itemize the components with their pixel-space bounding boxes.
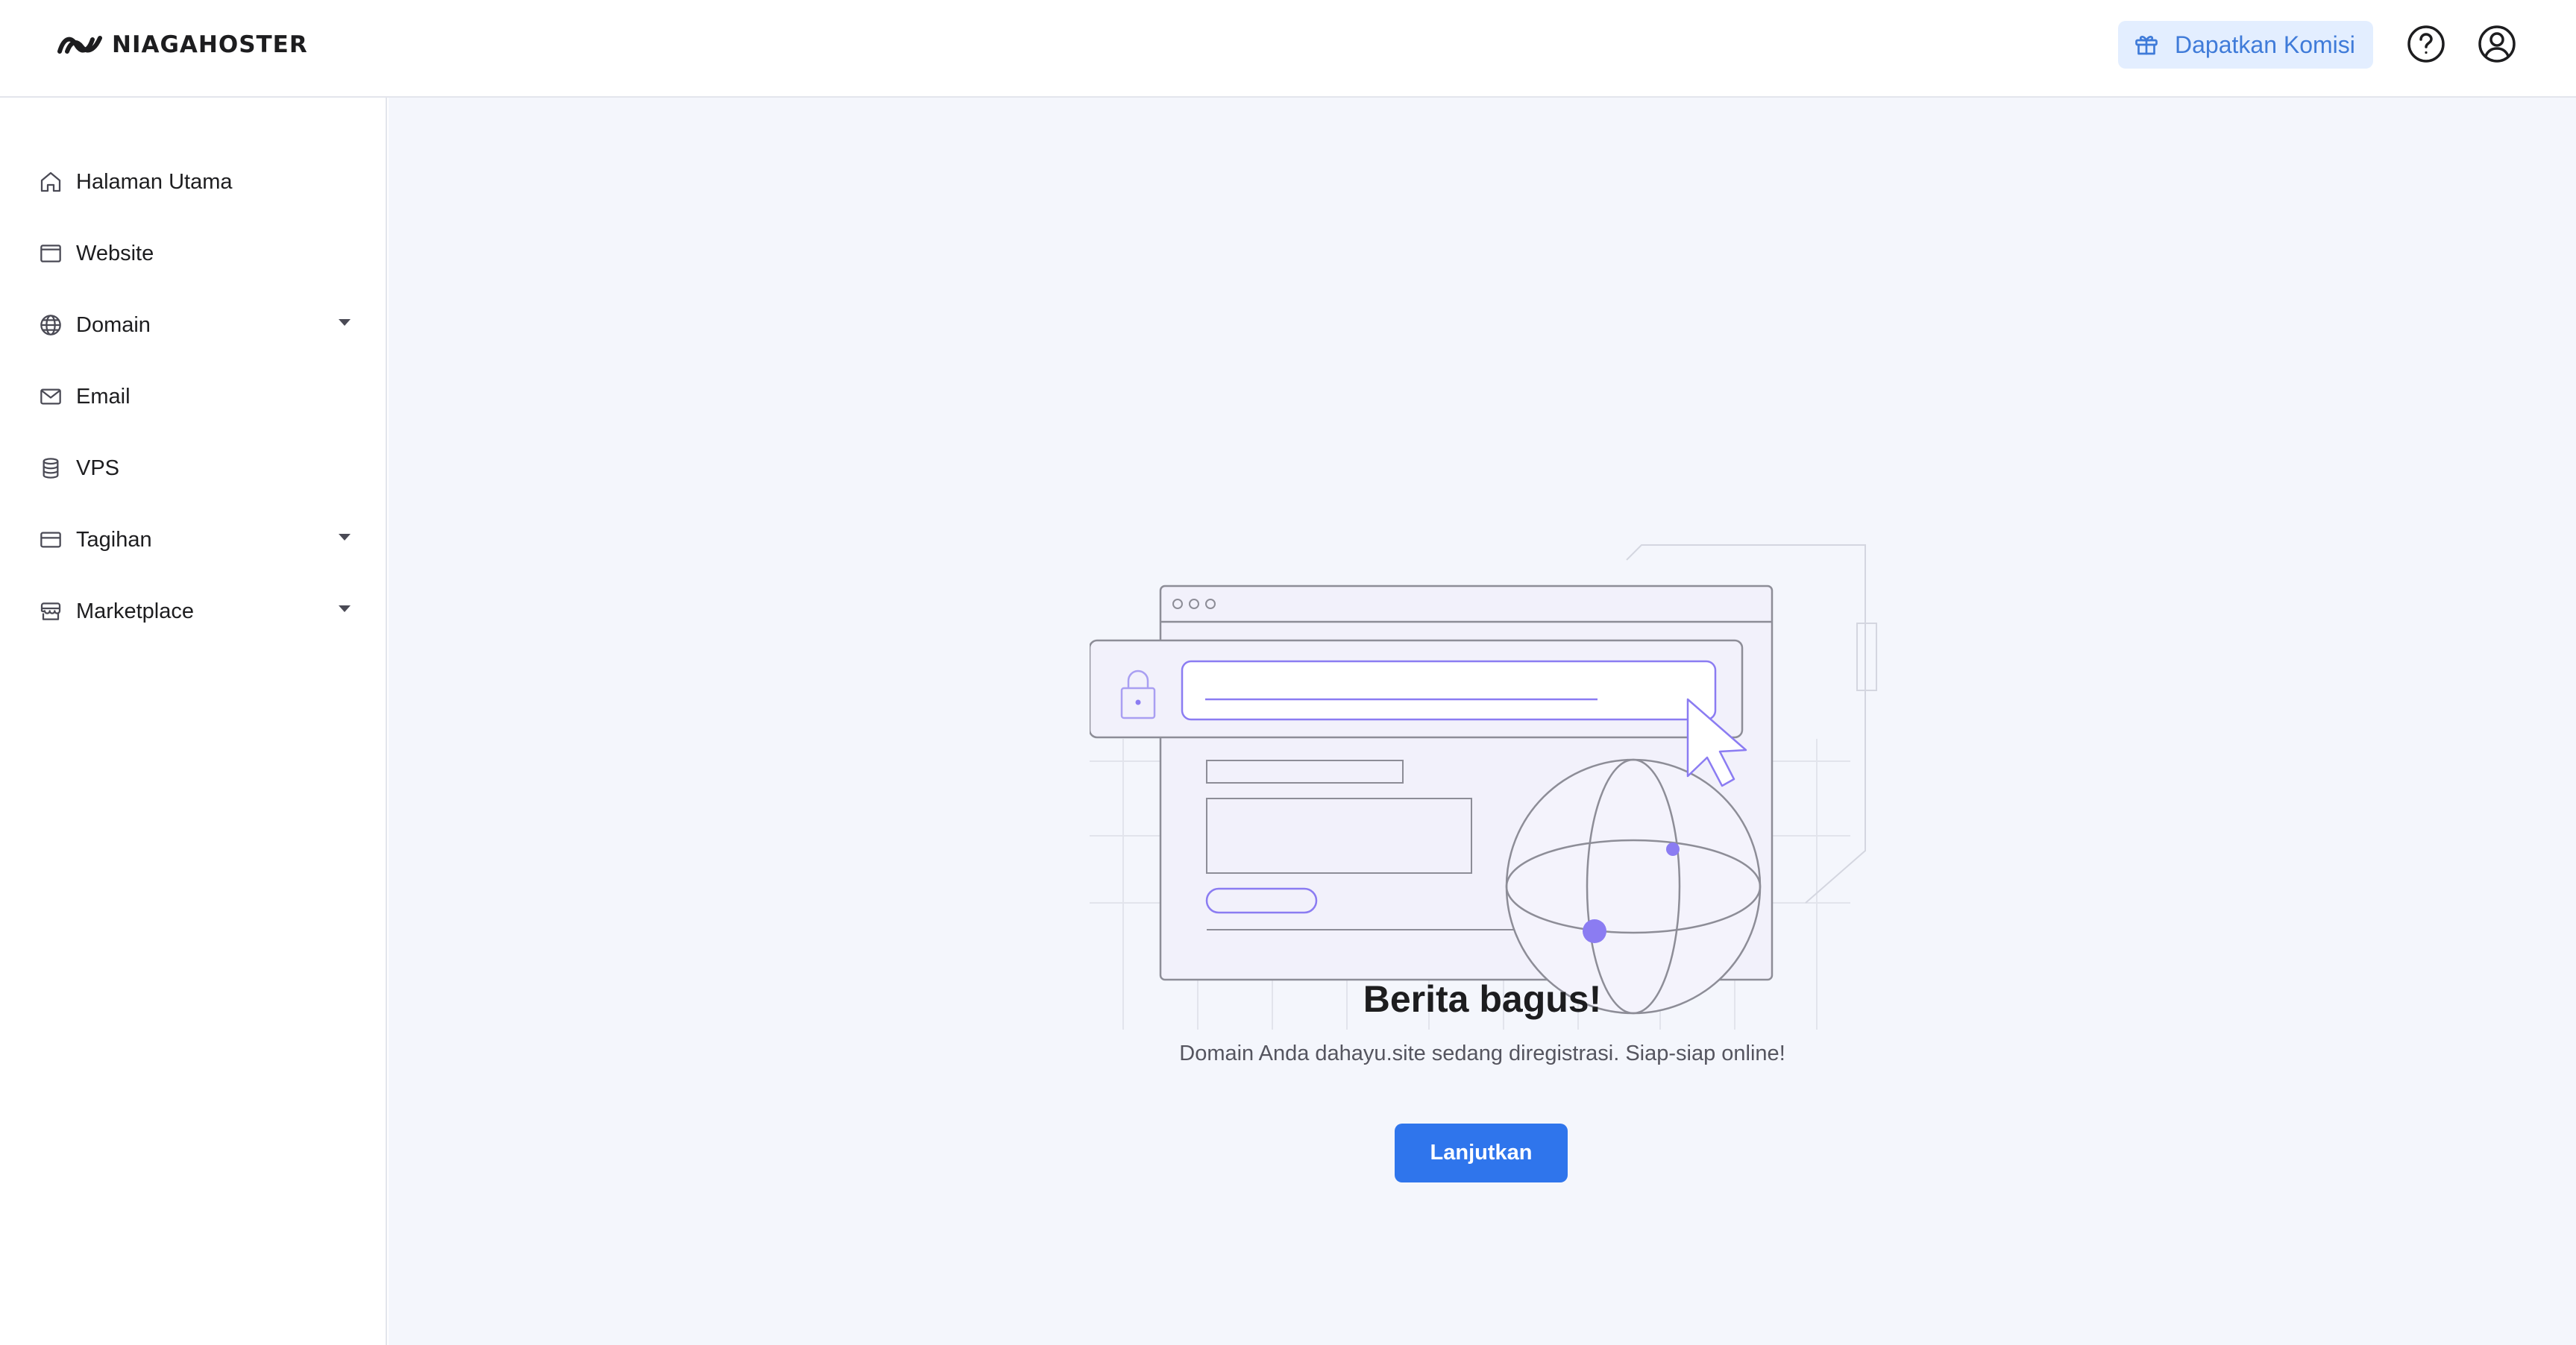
browser-window-icon [37,240,64,267]
sidebar-item-website[interactable]: Website [37,231,351,276]
home-icon [37,168,64,195]
continue-button[interactable]: Lanjutkan [1395,1124,1568,1182]
chevron-down-icon[interactable] [339,534,351,541]
sidebar-item-domain[interactable]: Domain [37,303,351,347]
envelope-icon [37,383,64,410]
credit-card-icon [37,526,64,553]
domain-registration-illustration [1090,544,1877,1030]
question-circle-icon [2407,25,2445,63]
gift-icon [2135,35,2158,55]
sidebar-item-label: VPS [76,456,120,480]
sidebar-item-label: Marketplace [76,599,194,623]
store-icon [37,598,64,625]
sidebar-item-halaman-utama[interactable]: Halaman Utama [37,160,351,204]
url-bar-card [1090,639,1744,739]
sidebar-item-tagihan[interactable]: Tagihan [37,517,351,562]
top-header: NIAGAHOSTER Dapatkan Komisi [0,0,2576,98]
niagahoster-logo-mark-icon [57,36,102,54]
sidebar-item-vps[interactable]: VPS [37,446,351,491]
globe-graphic [1505,758,1762,1015]
registration-message: Domain Anda dahayu.site sedang diregistr… [1179,1042,1785,1065]
sidebar-item-label: Domain [76,312,151,337]
success-headline: Berita bagus! [1363,978,1602,1020]
main-content: Berita bagus! Domain Anda dahayu.site se… [389,98,2576,1345]
sidebar-item-label: Email [76,384,131,409]
sidebar: Halaman Utama Website Domain Email VPS T… [0,98,387,1345]
brand-name: NIAGAHOSTER [112,31,308,58]
user-circle-icon [2478,25,2516,63]
chevron-down-icon[interactable] [339,319,351,326]
side-tab [1856,623,1877,691]
commission-button[interactable]: Dapatkan Komisi [2118,21,2373,69]
sidebar-item-label: Tagihan [76,527,152,552]
sidebar-item-marketplace[interactable]: Marketplace [37,589,351,634]
help-button[interactable] [2406,24,2446,64]
account-button[interactable] [2477,24,2517,64]
sidebar-item-label: Website [76,241,154,265]
sidebar-item-label: Halaman Utama [76,169,233,194]
sidebar-item-email[interactable]: Email [37,374,351,419]
niagahoster-logo[interactable]: NIAGAHOSTER [57,28,308,61]
chevron-down-icon[interactable] [339,605,351,612]
database-icon [37,455,64,482]
globe-icon [37,312,64,338]
commission-label: Dapatkan Komisi [2175,31,2355,58]
